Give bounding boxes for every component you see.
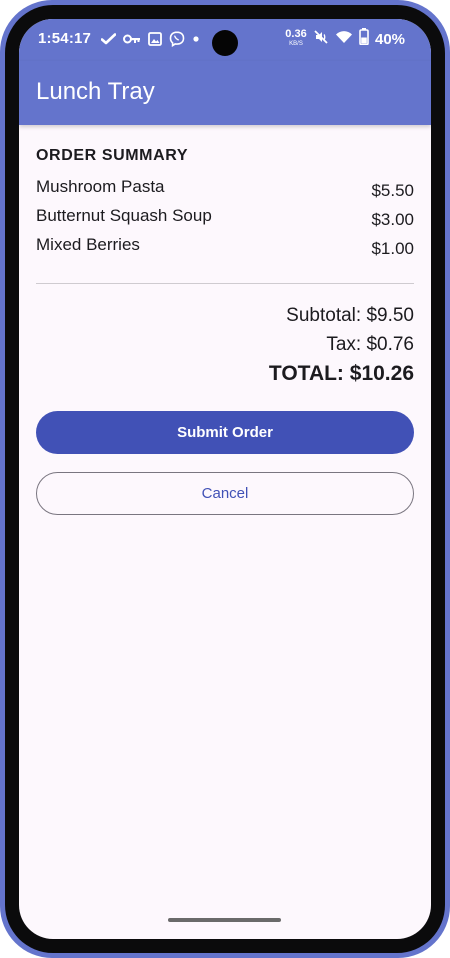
top-app-bar: Lunch Tray — [19, 61, 431, 125]
app-screen: 1:54:17 0.36 KB/S 40% Lunch Tray ORDER S… — [19, 19, 431, 939]
mute-icon — [313, 29, 329, 50]
home-indicator[interactable] — [168, 918, 281, 922]
item-price: $5.50 — [371, 181, 414, 200]
notification-icons — [101, 28, 200, 50]
image-icon — [148, 29, 162, 49]
item-price: $3.00 — [371, 210, 414, 229]
network-speed-unit: KB/S — [289, 41, 303, 47]
status-bar: 1:54:17 0.36 KB/S 40% — [19, 19, 431, 61]
check-icon — [101, 29, 116, 49]
front-camera — [212, 30, 238, 56]
order-total: TOTAL: $10.26 — [268, 362, 414, 385]
network-speed: 0.36 KB/S — [283, 28, 309, 48]
dot-icon — [192, 29, 200, 49]
battery-icon — [359, 28, 369, 50]
status-time: 1:54:17 — [38, 30, 92, 47]
divider — [36, 283, 414, 284]
list-item: Mixed Berries $1.00 — [36, 235, 414, 265]
item-name: Butternut Squash Soup — [36, 206, 212, 225]
list-item: Butternut Squash Soup $3.00 — [36, 206, 414, 236]
list-item: Mushroom Pasta $5.50 — [36, 177, 414, 207]
item-name: Mixed Berries — [36, 235, 140, 254]
submit-order-button[interactable]: Submit Order — [36, 411, 414, 454]
cancel-button[interactable]: Cancel — [36, 472, 414, 515]
battery-percent: 40% — [375, 30, 406, 48]
wifi-icon — [335, 29, 353, 49]
viber-icon — [169, 29, 185, 49]
app-title: Lunch Tray — [36, 78, 155, 105]
tax: Tax: $0.76 — [326, 334, 414, 355]
subtotal: Subtotal: $9.50 — [286, 305, 414, 326]
item-price: $1.00 — [371, 239, 414, 258]
order-summary-heading: ORDER SUMMARY — [36, 147, 189, 164]
key-icon — [123, 29, 141, 49]
system-icons: 40% — [313, 28, 406, 50]
item-name: Mushroom Pasta — [36, 177, 165, 196]
network-speed-value: 0.36 — [285, 28, 307, 40]
